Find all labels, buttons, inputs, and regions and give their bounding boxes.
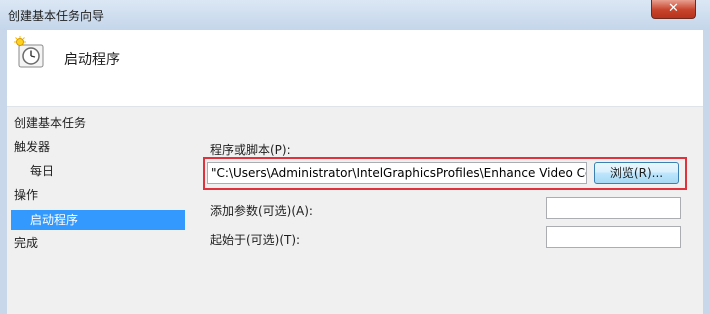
annotation-highlight-box: [203, 157, 687, 190]
wizard-body: 创建基本任务 触发器 每日 操作 启动程序 完成 程序或脚本(P): "C:\U…: [7, 107, 703, 314]
close-button[interactable]: ✕: [651, 0, 696, 19]
sidebar-item-create-basic-task[interactable]: 创建基本任务: [14, 113, 86, 133]
arguments-input[interactable]: [546, 197, 681, 219]
close-icon: ✕: [668, 1, 679, 16]
sidebar-item-start-program[interactable]: 启动程序: [11, 210, 185, 230]
task-scheduler-clock-icon: [14, 36, 44, 68]
start-in-input[interactable]: [546, 226, 681, 248]
arguments-label: 添加参数(可选)(A):: [210, 204, 313, 218]
wizard-window: 创建基本任务向导 ✕ 启动程序 创建基本任务 触发器 每日 操作 启动程序 完成…: [0, 0, 710, 314]
step-sidebar: 创建基本任务 触发器 每日 操作 启动程序 完成: [7, 107, 192, 314]
page-title: 启动程序: [64, 52, 120, 68]
window-frame-left: [0, 30, 7, 314]
title-bar[interactable]: 创建基本任务向导 ✕: [0, 0, 710, 30]
program-script-label: 程序或脚本(P):: [210, 143, 291, 157]
sidebar-item-daily[interactable]: 每日: [30, 161, 54, 181]
sidebar-item-action[interactable]: 操作: [14, 185, 38, 205]
window-title: 创建基本任务向导: [8, 9, 105, 23]
start-in-label: 起始于(可选)(T):: [210, 233, 301, 247]
sidebar-item-finish[interactable]: 完成: [14, 233, 38, 253]
window-frame-right: [703, 30, 710, 314]
wizard-header: 启动程序: [7, 30, 703, 107]
sidebar-item-trigger[interactable]: 触发器: [14, 137, 50, 157]
wizard-client-area: 启动程序 创建基本任务 触发器 每日 操作 启动程序 完成 程序或脚本(P): …: [7, 30, 703, 314]
